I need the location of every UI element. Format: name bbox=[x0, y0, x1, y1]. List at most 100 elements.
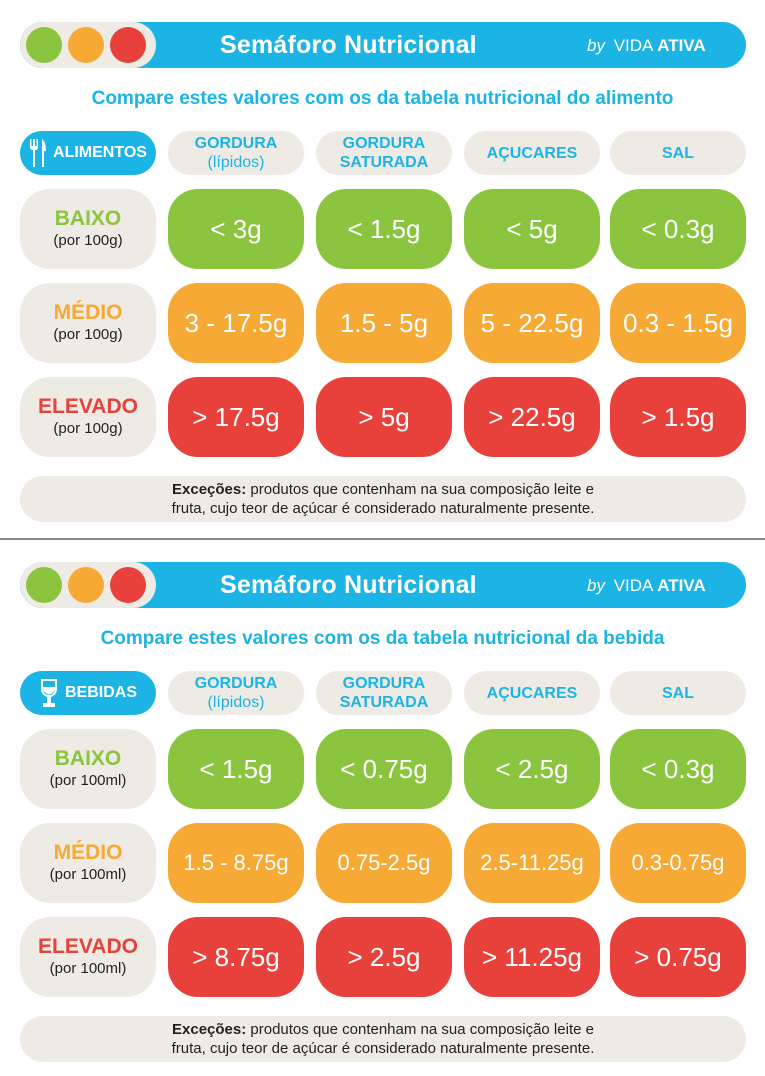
column-sublabel: (lípidos) bbox=[207, 154, 265, 171]
value-cell: 1.5 - 8.75g bbox=[168, 823, 304, 903]
value-cell: < 5g bbox=[464, 189, 600, 269]
column-label: SAL bbox=[662, 684, 694, 702]
row-label-baixo: BAIXO (por 100ml) bbox=[20, 729, 156, 809]
column-sublabel: (lípidos) bbox=[207, 694, 265, 711]
subtitle: Compare estes valores com os da tabela n… bbox=[100, 628, 665, 649]
unit-label: (por 100g) bbox=[53, 232, 123, 249]
value-cell: > 17.5g bbox=[168, 377, 304, 457]
column-header-gordura-saturada: GORDURA SATURADA bbox=[316, 671, 452, 715]
column-sublabel: SATURADA bbox=[339, 694, 429, 711]
fork-knife-icon bbox=[30, 139, 47, 167]
row-label-elevado: ELEVADO (por 100ml) bbox=[20, 917, 156, 997]
value-cell: < 0.3g bbox=[610, 189, 746, 269]
column-header-sal: SAL bbox=[610, 131, 746, 175]
brand-credit: by VIDA ATIVA bbox=[587, 576, 706, 596]
red-light-icon bbox=[110, 567, 146, 603]
value-cell: 5 - 22.5g bbox=[464, 283, 600, 363]
row-label-medio: MÉDIO (por 100ml) bbox=[20, 823, 156, 903]
column-header-gordura-saturada: GORDURA SATURADA bbox=[316, 131, 452, 175]
green-light-icon bbox=[26, 567, 62, 603]
brand-name-a: VIDA bbox=[613, 576, 653, 595]
value-cell: > 5g bbox=[316, 377, 452, 457]
header-title: Semáforo Nutricional bbox=[220, 31, 477, 59]
unit-label: (por 100ml) bbox=[49, 772, 127, 789]
note-line-2: fruta, cujo teor de açúcar é considerado… bbox=[171, 500, 595, 517]
note-bold: Exceções: bbox=[172, 1021, 247, 1038]
column-label: AÇUCARES bbox=[486, 144, 578, 162]
value-cell: > 22.5g bbox=[464, 377, 600, 457]
level-label: MÉDIO bbox=[53, 301, 123, 324]
subtitle: Compare estes valores com os da tabela n… bbox=[91, 88, 674, 109]
unit-label: (por 100g) bbox=[53, 326, 123, 343]
value-cell: 0.3 - 1.5g bbox=[610, 283, 746, 363]
value-cell: < 0.3g bbox=[610, 729, 746, 809]
exceptions-note: Exceções: produtos que contenham na sua … bbox=[20, 1016, 746, 1062]
column-label: GORDURA bbox=[194, 135, 278, 152]
column-header-sal: SAL bbox=[610, 671, 746, 715]
header-bar: Semáforo Nutricional by VIDA ATIVA bbox=[20, 22, 746, 68]
brand-name-b: ATIVA bbox=[657, 576, 706, 595]
brand-credit: by VIDA ATIVA bbox=[587, 36, 706, 56]
value-cell: < 1.5g bbox=[168, 729, 304, 809]
brand-name-a: VIDA bbox=[613, 36, 653, 55]
value-cell: > 11.25g bbox=[464, 917, 600, 997]
traffic-lights bbox=[20, 22, 156, 68]
row-label-medio: MÉDIO (por 100g) bbox=[20, 283, 156, 363]
column-label: SAL bbox=[662, 144, 694, 162]
level-label: MÉDIO bbox=[53, 841, 123, 864]
by-text: by bbox=[587, 576, 605, 595]
category-label: BEBIDAS bbox=[64, 684, 137, 701]
red-light-icon bbox=[110, 27, 146, 63]
drink-traffic-light-section: Semáforo Nutricional by VIDA ATIVA Compa… bbox=[0, 540, 765, 1070]
unit-label: (por 100g) bbox=[53, 420, 123, 437]
column-sublabel: SATURADA bbox=[339, 154, 429, 171]
header-bar: Semáforo Nutricional by VIDA ATIVA bbox=[20, 562, 746, 608]
level-label: BAIXO bbox=[54, 207, 122, 230]
unit-label: (por 100ml) bbox=[49, 960, 127, 977]
column-label: GORDURA bbox=[342, 135, 426, 152]
category-bebidas: BEBIDAS bbox=[20, 671, 156, 715]
category-alimentos: ALIMENTOS bbox=[20, 131, 156, 175]
brand-name-b: ATIVA bbox=[657, 36, 706, 55]
value-cell: 0.75-2.5g bbox=[316, 823, 452, 903]
exceptions-note: Exceções: produtos que contenham na sua … bbox=[20, 476, 746, 522]
row-label-elevado: ELEVADO (por 100g) bbox=[20, 377, 156, 457]
green-light-icon bbox=[26, 27, 62, 63]
level-label: BAIXO bbox=[54, 747, 122, 770]
orange-light-icon bbox=[68, 567, 104, 603]
column-label: GORDURA bbox=[194, 675, 278, 692]
value-cell: < 2.5g bbox=[464, 729, 600, 809]
note-bold: Exceções: bbox=[172, 481, 247, 498]
value-cell: 2.5-11.25g bbox=[464, 823, 600, 903]
row-label-baixo: BAIXO (por 100g) bbox=[20, 189, 156, 269]
value-cell: > 2.5g bbox=[316, 917, 452, 997]
column-header-gordura: GORDURA (lípidos) bbox=[168, 131, 304, 175]
column-header-acucares: AÇUCARES bbox=[464, 671, 600, 715]
value-cell: < 3g bbox=[168, 189, 304, 269]
value-cell: 1.5 - 5g bbox=[316, 283, 452, 363]
note-line-1: produtos que contenham na sua composição… bbox=[246, 481, 594, 498]
column-label: AÇUCARES bbox=[486, 684, 578, 702]
traffic-lights bbox=[20, 562, 156, 608]
value-cell: < 1.5g bbox=[316, 189, 452, 269]
value-cell: > 0.75g bbox=[610, 917, 746, 997]
by-text: by bbox=[587, 36, 605, 55]
level-label: ELEVADO bbox=[38, 395, 138, 418]
wine-glass-icon bbox=[40, 679, 57, 707]
value-cell: 3 - 17.5g bbox=[168, 283, 304, 363]
level-label: ELEVADO bbox=[38, 935, 138, 958]
value-cell: < 0.75g bbox=[316, 729, 452, 809]
category-label: ALIMENTOS bbox=[53, 144, 147, 161]
orange-light-icon bbox=[68, 27, 104, 63]
food-traffic-light-section: Semáforo Nutricional by VIDA ATIVA Compa… bbox=[0, 0, 765, 530]
note-line-2: fruta, cujo teor de açúcar é considerado… bbox=[171, 1040, 595, 1057]
column-header-acucares: AÇUCARES bbox=[464, 131, 600, 175]
value-cell: > 8.75g bbox=[168, 917, 304, 997]
header-title: Semáforo Nutricional bbox=[220, 571, 477, 599]
value-cell: > 1.5g bbox=[610, 377, 746, 457]
unit-label: (por 100ml) bbox=[49, 866, 127, 883]
column-header-gordura: GORDURA (lípidos) bbox=[168, 671, 304, 715]
value-cell: 0.3-0.75g bbox=[610, 823, 746, 903]
note-line-1: produtos que contenham na sua composição… bbox=[246, 1021, 594, 1038]
column-label: GORDURA bbox=[342, 675, 426, 692]
